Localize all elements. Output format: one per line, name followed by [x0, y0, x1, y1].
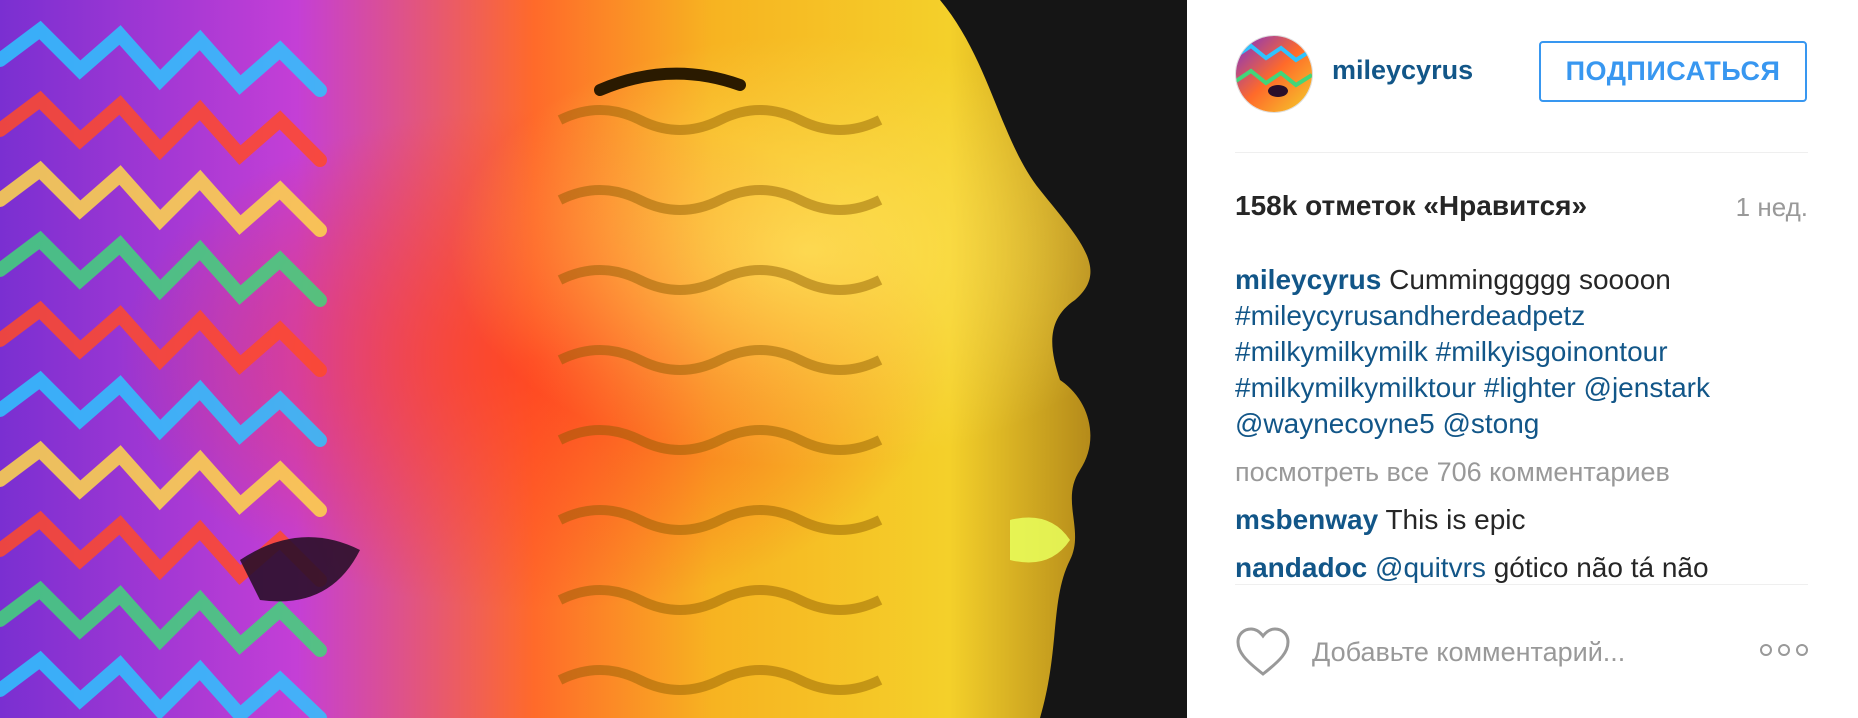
post-side-panel: mileycyrus ПОДПИСАТЬСЯ 158k отметок «Нра…: [1187, 0, 1858, 718]
hashtag-link[interactable]: #lighter: [1484, 372, 1576, 403]
hashtag-link[interactable]: #milkymilkymilktour: [1235, 372, 1476, 403]
mention-link[interactable]: @stong: [1442, 408, 1539, 439]
hashtag-link[interactable]: #milkymilkymilk: [1235, 336, 1428, 367]
post-caption: mileycyrus Cumminggggg soooon #mileycyru…: [1235, 262, 1808, 442]
mention-link[interactable]: @waynecoyne5: [1235, 408, 1435, 439]
heart-outline-icon[interactable]: [1235, 626, 1291, 678]
view-all-comments-link[interactable]: посмотреть все 706 комментариев: [1235, 454, 1808, 490]
likes-row: 158k отметок «Нравится» 1 нед.: [1235, 190, 1808, 230]
comments-list[interactable]: mileycyrus Cumminggggg soooon #mileycyru…: [1235, 262, 1808, 584]
post-time[interactable]: 1 нед.: [1736, 192, 1808, 223]
caption-text: Cumminggggg soooon: [1389, 264, 1671, 295]
hashtag-link[interactable]: #milkyisgoinontour: [1436, 336, 1668, 367]
post-header-divider: [1235, 0, 1808, 153]
list-item: nandadoc @quitvrs gótico não tá não: [1235, 550, 1808, 584]
hashtag-link[interactable]: #mileycyrusandherdeadpetz: [1235, 300, 1585, 331]
comment-author-link[interactable]: nandadoc: [1235, 552, 1367, 583]
comment-text: This is epic: [1385, 504, 1526, 535]
divider: [1235, 584, 1808, 585]
more-options-icon[interactable]: [1759, 640, 1809, 660]
caption-author-link[interactable]: mileycyrus: [1235, 264, 1381, 295]
mention-link[interactable]: @quitvrs: [1375, 552, 1486, 583]
psychedelic-face-photo: [0, 0, 1187, 718]
mention-link[interactable]: @jenstark: [1584, 372, 1710, 403]
add-comment-input[interactable]: [1312, 630, 1692, 674]
post-photo[interactable]: [0, 0, 1187, 718]
likes-count[interactable]: 158k отметок «Нравится»: [1235, 190, 1587, 222]
comment-text: gótico não tá não: [1493, 552, 1709, 583]
list-item: msbenway This is epic: [1235, 502, 1808, 538]
comment-author-link[interactable]: msbenway: [1235, 504, 1378, 535]
